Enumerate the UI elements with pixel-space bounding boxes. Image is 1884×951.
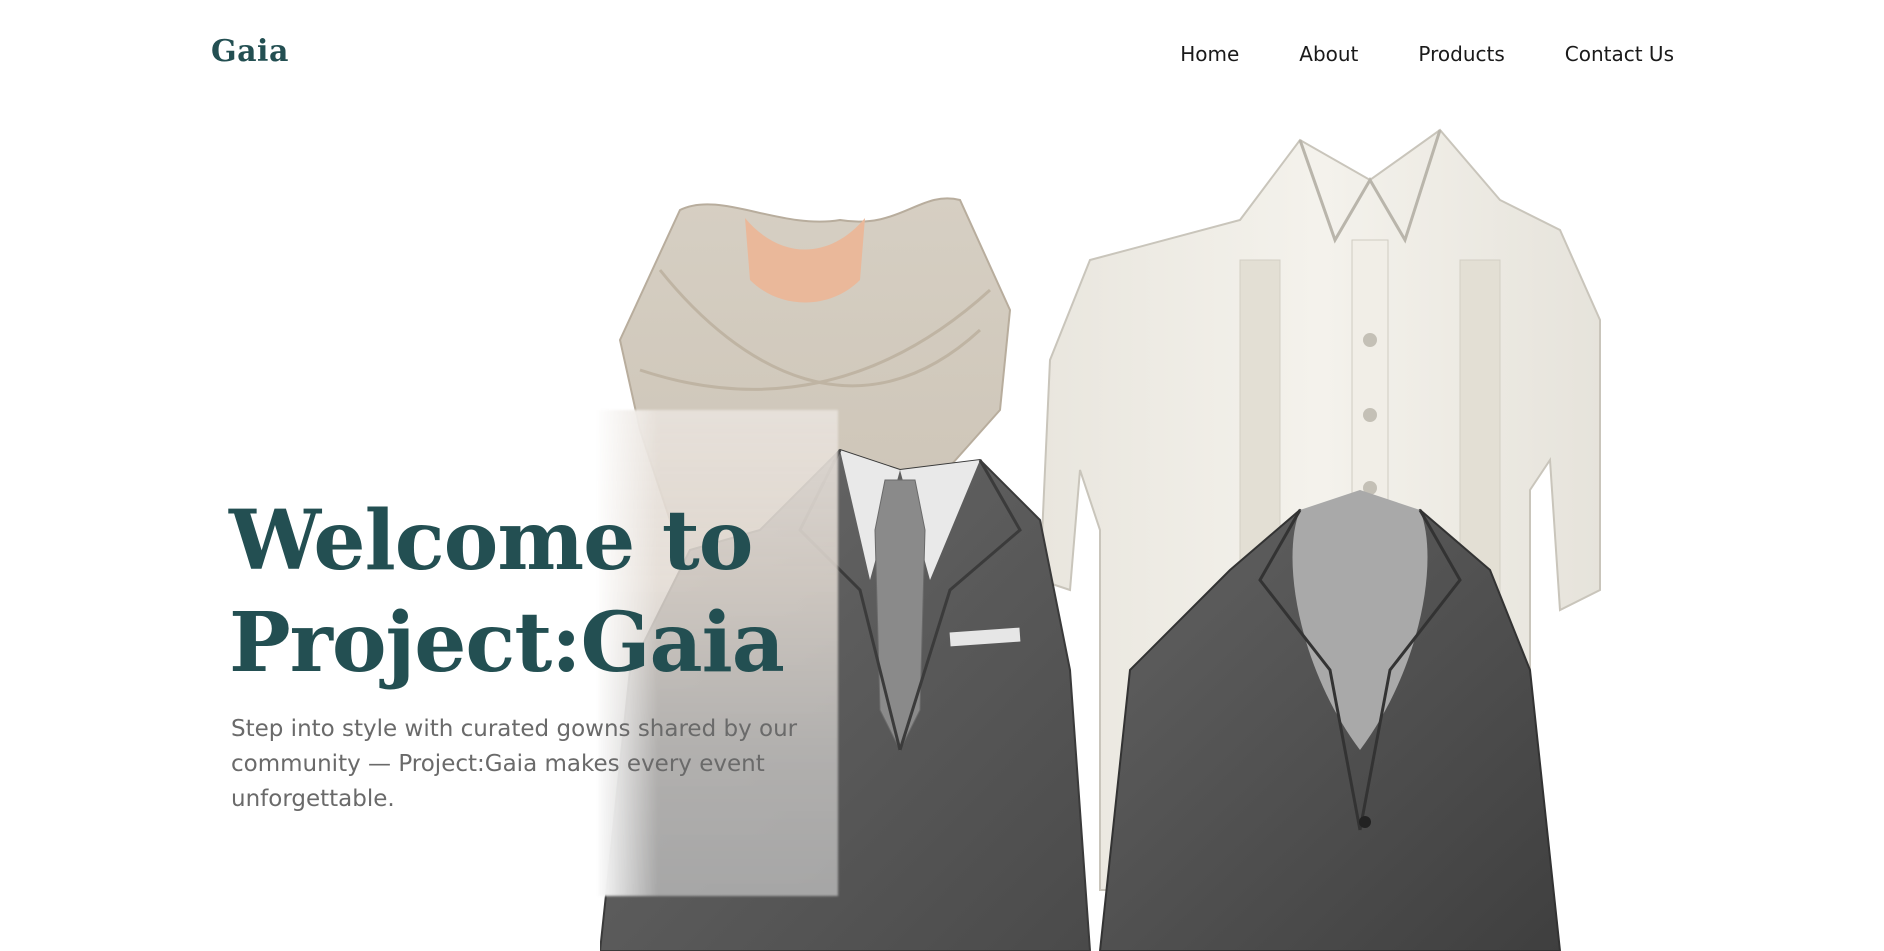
hero-title-line2: Project:Gaia: [229, 595, 785, 691]
nav-products-link[interactable]: Products: [1418, 42, 1504, 66]
landing-page: Gaia Home About Products Contact Us Welc…: [0, 0, 1884, 951]
hero-title-line1: Welcome to: [229, 493, 753, 589]
hero-subtitle: Step into style with curated gowns share…: [231, 716, 798, 812]
brand-logo[interactable]: Gaia: [211, 34, 289, 69]
nav-about-link[interactable]: About: [1299, 42, 1358, 66]
nav-home-link[interactable]: Home: [1180, 42, 1239, 66]
hero-title: Welcome to Project:Gaia: [229, 490, 929, 694]
nav-contact-link[interactable]: Contact Us: [1565, 42, 1674, 66]
main-nav: Home About Products Contact Us: [1180, 42, 1674, 66]
